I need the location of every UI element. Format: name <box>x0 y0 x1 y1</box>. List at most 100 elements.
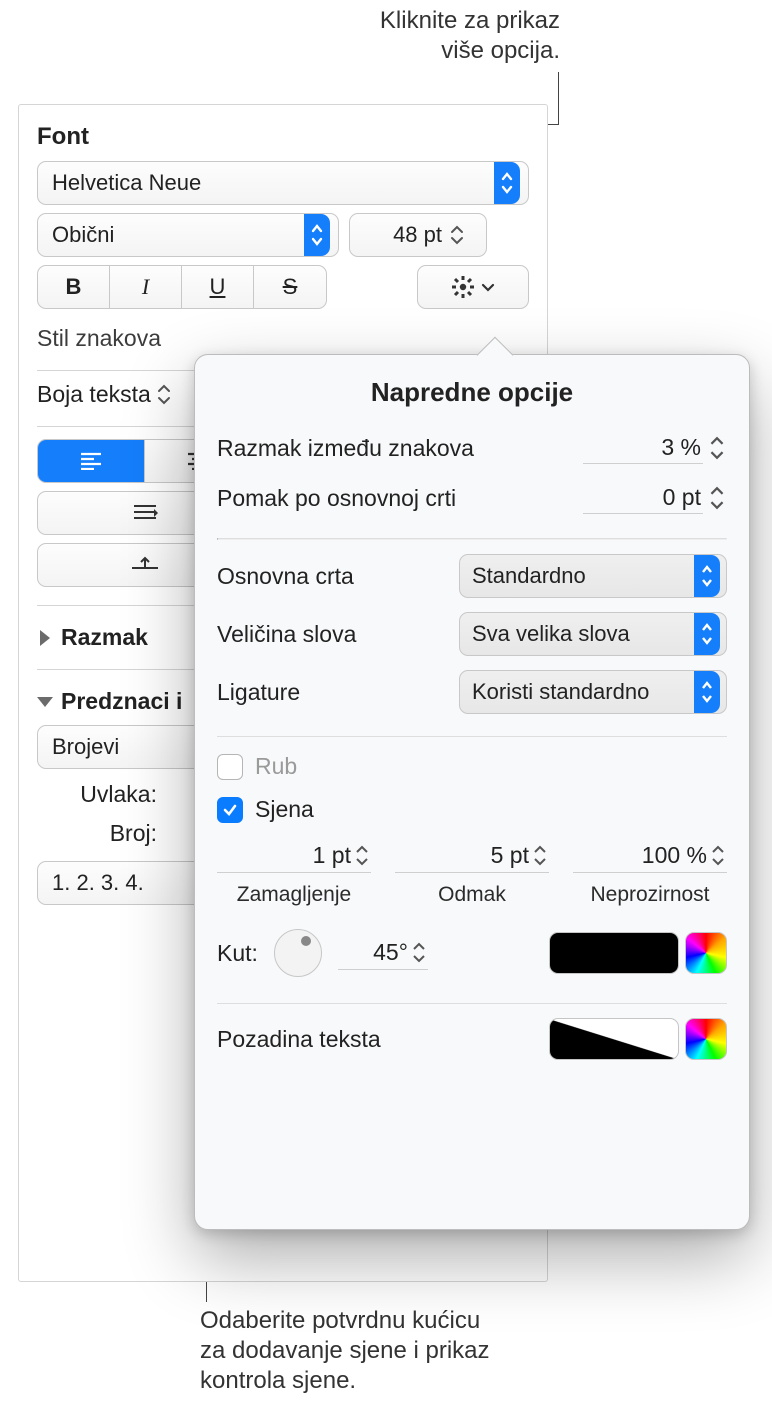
shadow-blur-input[interactable]: 1 pt <box>217 839 371 873</box>
angle-label: Kut: <box>217 940 258 967</box>
bullets-type-value: Brojevi <box>52 734 119 760</box>
shadow-color-picker-button[interactable] <box>685 932 727 974</box>
align-left-button[interactable] <box>38 440 145 482</box>
disclosure-triangle-icon <box>37 697 53 707</box>
stepper-arrows-icon <box>533 845 547 866</box>
underline-button[interactable]: U <box>182 266 254 308</box>
indent-icon <box>130 503 160 523</box>
font-family-popup[interactable]: Helvetica Neue <box>37 161 529 205</box>
angle-value: 45° <box>373 939 408 966</box>
shadow-checkbox-row: Sjena <box>217 796 727 823</box>
baseline-shift-input[interactable]: 0 pt <box>583 482 703 514</box>
shadow-opacity-col: 100 % Neprozirnost <box>573 839 727 907</box>
outline-checkbox[interactable] <box>217 754 243 780</box>
baseline-row: Osnovna crta Standardno <box>217 554 727 598</box>
shadow-offset-value: 5 pt <box>491 842 529 869</box>
font-family-value: Helvetica Neue <box>52 170 201 196</box>
number-format-value: 1. 2. 3. 4. <box>52 870 144 896</box>
callout-bottom-text: Odaberite potvrdnu kućicu za dodavanje s… <box>200 1306 540 1396</box>
stepper-arrows-icon <box>412 942 426 963</box>
baseline-shift-value: 0 pt <box>663 484 701 511</box>
shadow-offset-caption: Odmak <box>438 883 506 907</box>
angle-input[interactable]: 45° <box>338 936 428 970</box>
shadow-offset-col: 5 pt Odmak <box>395 839 549 907</box>
stepper-arrows-icon[interactable] <box>709 480 727 516</box>
ligatures-row: Ligature Koristi standardno <box>217 670 727 714</box>
text-color-popup[interactable]: Boja teksta <box>37 381 171 408</box>
shadow-label: Sjena <box>255 796 314 823</box>
shadow-checkbox[interactable] <box>217 797 243 823</box>
baseline-shift-row: Pomak po osnovnoj crti 0 pt <box>217 480 727 516</box>
advanced-options-button[interactable] <box>417 265 529 309</box>
caps-value: Sva velika slova <box>472 621 630 647</box>
shadow-angle-row: Kut: 45° <box>217 929 727 977</box>
align-left-icon <box>79 452 103 470</box>
chevron-down-icon <box>481 283 495 292</box>
shadow-opacity-caption: Neprozirnost <box>590 883 709 907</box>
font-size-value: 48 pt <box>393 222 442 248</box>
spacing-label: Razmak <box>61 624 148 651</box>
dropdown-arrows-icon <box>157 384 171 405</box>
text-background-row: Pozadina teksta <box>217 1018 727 1060</box>
font-section-title: Font <box>37 123 529 151</box>
char-style-label: Stil znakova <box>37 325 529 352</box>
strike-button[interactable]: S <box>254 266 326 308</box>
dropdown-arrows-icon <box>694 555 720 597</box>
indent-label: Uvlaka: <box>37 781 157 808</box>
caps-label: Veličina slova <box>217 621 459 648</box>
dropdown-arrows-icon <box>694 613 720 655</box>
typeface-popup[interactable]: Obični <box>37 213 339 257</box>
callout-bottom: Odaberite potvrdnu kućicu za dodavanje s… <box>200 1306 540 1396</box>
text-style-segment: B I U S <box>37 265 327 309</box>
tracking-input[interactable]: 3 % <box>583 432 703 464</box>
shadow-blur-value: 1 pt <box>313 842 351 869</box>
separator <box>217 538 727 540</box>
tracking-value: 3 % <box>661 434 701 461</box>
bold-button[interactable]: B <box>38 266 110 308</box>
dropdown-arrows-icon <box>304 214 330 256</box>
callout-top: Kliknite za prikaz više opcija. <box>320 6 560 66</box>
popover-title: Napredne opcije <box>217 377 727 408</box>
stepper-arrows-icon[interactable] <box>709 430 727 466</box>
separator <box>217 736 727 737</box>
stepper-arrows-icon <box>711 845 725 866</box>
shadow-color-well[interactable] <box>549 932 679 974</box>
font-size-stepper[interactable]: 48 pt <box>349 213 487 257</box>
tracking-label: Razmak između znakova <box>217 435 583 462</box>
dropdown-arrows-icon <box>494 162 520 204</box>
callout-top-text: Kliknite za prikaz više opcija. <box>320 6 560 66</box>
text-background-color-picker-button[interactable] <box>685 1018 727 1060</box>
advanced-options-popover: Napredne opcije Razmak između znakova 3 … <box>194 354 750 1230</box>
ligatures-label: Ligature <box>217 679 459 706</box>
baseline-value: Standardno <box>472 563 586 589</box>
text-background-color-well[interactable] <box>549 1018 679 1060</box>
ligatures-popup[interactable]: Koristi standardno <box>459 670 727 714</box>
typeface-value: Obični <box>52 222 114 248</box>
text-color-label: Boja teksta <box>37 381 151 408</box>
leader-v1 <box>558 72 559 124</box>
dropdown-arrows-icon <box>694 671 720 713</box>
caps-row: Veličina slova Sva velika slova <box>217 612 727 656</box>
tracking-row: Razmak između znakova 3 % <box>217 430 727 466</box>
baseline-label: Osnovna crta <box>217 563 459 590</box>
outline-checkbox-row: Rub <box>217 753 727 780</box>
caps-popup[interactable]: Sva velika slova <box>459 612 727 656</box>
shadow-values-row: 1 pt Zamagljenje 5 pt Odmak 100 % <box>217 839 727 907</box>
italic-button[interactable]: I <box>110 266 182 308</box>
shadow-blur-caption: Zamagljenje <box>237 883 351 907</box>
bullets-label: Predznaci i <box>61 688 182 715</box>
number-label: Broj: <box>37 820 157 847</box>
angle-dial[interactable] <box>274 929 322 977</box>
stepper-arrows-icon <box>450 225 472 245</box>
shadow-blur-col: 1 pt Zamagljenje <box>217 839 371 907</box>
gear-icon <box>451 275 475 299</box>
disclosure-triangle-icon <box>40 630 50 646</box>
baseline-up-icon <box>130 554 160 576</box>
baseline-popup[interactable]: Standardno <box>459 554 727 598</box>
baseline-shift-label: Pomak po osnovnoj crti <box>217 485 583 512</box>
stepper-arrows-icon <box>355 845 369 866</box>
shadow-offset-input[interactable]: 5 pt <box>395 839 549 873</box>
outline-label: Rub <box>255 753 297 780</box>
shadow-opacity-input[interactable]: 100 % <box>573 839 727 873</box>
ligatures-value: Koristi standardno <box>472 679 649 705</box>
